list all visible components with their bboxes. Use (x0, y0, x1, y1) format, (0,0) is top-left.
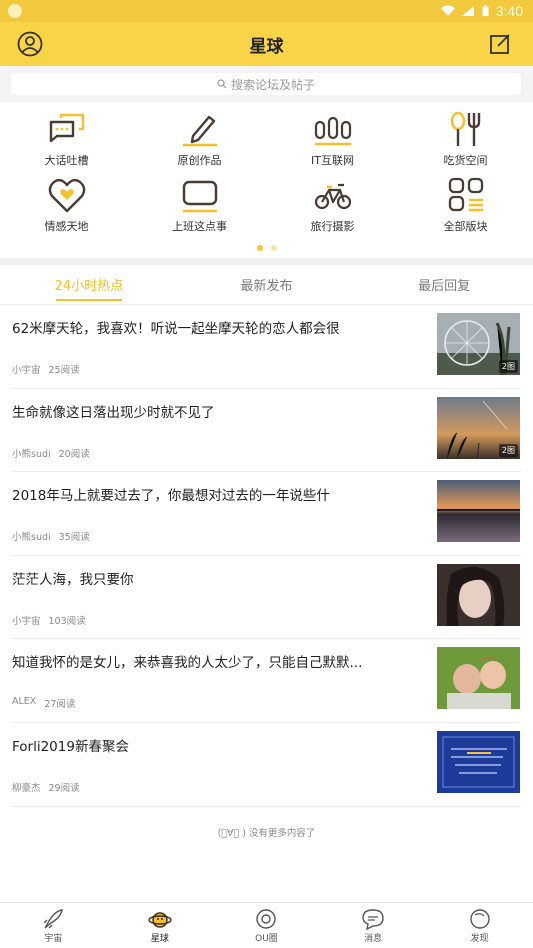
post-thumbnail: 2图 (437, 396, 520, 459)
category-label: 旅行摄影 (310, 220, 355, 233)
heart-icon (48, 178, 85, 213)
post-reads: 27阅读 (44, 699, 76, 711)
post-list: 62米摩天轮，我喜欢！听说一起坐摩天轮的恋人都会很 小宇宙 25阅读 2图 生命就… (12, 305, 521, 807)
nav-messages[interactable]: 消息 (320, 903, 427, 948)
search-bar: 搜索论坛及帖子 (0, 66, 533, 102)
page-dot[interactable] (256, 245, 263, 251)
category-item[interactable]: 旅行摄影 (266, 176, 399, 240)
post-thumbnail (437, 647, 520, 710)
post-title: 生命就像这日落出现少时就不见了 (12, 404, 215, 421)
bottom-navigation: 宇宙 星球 OU圈 消息 发现 (0, 902, 533, 948)
status-time: 3:40 (495, 3, 523, 19)
status-bar: 3:40 (0, 0, 533, 22)
post-thumbnail (437, 480, 520, 543)
nav-label: 消息 (364, 933, 383, 944)
nav-discover[interactable]: 发现 (426, 903, 533, 948)
search-input[interactable]: 搜索论坛及帖子 (11, 73, 521, 95)
edit-icon (490, 34, 510, 54)
post-author: 小宇宙 (12, 365, 41, 376)
nav-universe[interactable]: 宇宙 (0, 903, 107, 948)
post-title: 茫茫人海，我只要你 (12, 571, 134, 588)
chat-bubbles-icon (49, 113, 84, 143)
tab-last-reply[interactable]: 最后回复 (355, 265, 533, 304)
nav-label: 星球 (150, 933, 169, 944)
briefcase-icon (182, 180, 217, 213)
post-author: 小宇宙 (12, 615, 41, 627)
tab-hot-24h[interactable]: 24小时热点 (0, 265, 178, 304)
section-divider (0, 258, 533, 265)
tab-latest[interactable]: 最新发布 (178, 265, 356, 304)
post-reads: 25阅读 (48, 365, 80, 376)
post-item[interactable]: 2018年马上就要过去了，你最想对过去的一年说些什 小熊sudi 35阅读 (12, 472, 521, 556)
category-item[interactable]: IT互联网 (266, 110, 399, 174)
post-reads: 20阅读 (58, 448, 90, 460)
search-icon (217, 79, 227, 89)
search-placeholder: 搜索论坛及帖子 (230, 77, 315, 92)
post-thumbnail: 2图 (437, 313, 520, 375)
feed-tabs: 24小时热点 最新发布 最后回复 (0, 265, 533, 305)
post-author: 小熊sudi (12, 448, 51, 460)
post-reads: 35阅读 (58, 532, 90, 544)
image-count-badge: 2图 (498, 360, 518, 373)
post-item[interactable]: 生命就像这日落出现少时就不见了 小熊sudi 20阅读 2图 (12, 389, 521, 473)
nav-ou-circle[interactable]: OU圈 (213, 903, 320, 948)
post-title: 知道我怀的是女儿，来恭喜我的人太少了，只能自己默默... (12, 655, 363, 672)
category-label: 吃货空间 (443, 154, 488, 167)
nav-label: 发现 (470, 933, 489, 944)
category-item[interactable]: 大话吐槽 (0, 110, 133, 174)
page-title: 星球 (249, 36, 284, 57)
post-thumbnail (437, 563, 520, 626)
post-item[interactable]: 知道我怀的是女儿，来恭喜我的人太少了，只能自己默默... ALEX 27阅读 (12, 639, 521, 723)
category-label: 大话吐槽 (44, 154, 89, 167)
category-grid: 大话吐槽 原创作品 IT互联网 吃货空间 情感天地 上班这点事 旅行摄影 全部版… (0, 104, 533, 258)
category-label: 上班这点事 (172, 220, 227, 233)
page-dot[interactable] (270, 245, 277, 251)
post-item[interactable]: Forli2019新春聚会 柳豪杰 29阅读 (12, 723, 521, 807)
post-reads: 103阅读 (48, 615, 86, 627)
bicycle-icon (314, 183, 351, 210)
end-of-list-note: (ﾟ∀ﾟ ) 没有更多内容了 (217, 828, 316, 839)
category-label: 原创作品 (177, 154, 222, 167)
page-indicator (0, 245, 533, 251)
fork-spoon-icon (450, 111, 480, 146)
category-item[interactable]: 吃货空间 (399, 110, 532, 174)
image-count-badge: 2图 (498, 443, 518, 457)
category-item[interactable]: 情感天地 (0, 176, 133, 240)
battery-icon (482, 5, 489, 17)
post-title: 62米摩天轮，我喜欢！听说一起坐摩天轮的恋人都会很 (12, 321, 340, 337)
post-author: ALEX (12, 696, 37, 708)
post-title: Forli2019新春聚会 (12, 738, 129, 755)
network-icon (314, 116, 351, 146)
post-reads: 29阅读 (48, 782, 80, 794)
post-author: 小熊sudi (12, 532, 51, 544)
wifi-icon (440, 5, 455, 16)
circle-icon (256, 908, 277, 929)
nav-label: OU圈 (255, 933, 278, 944)
category-item[interactable]: 原创作品 (133, 110, 266, 174)
nav-planet[interactable]: 星球 (107, 903, 214, 948)
post-author: 柳豪杰 (12, 782, 41, 794)
post-thumbnail (437, 730, 520, 793)
category-item[interactable]: 上班这点事 (133, 176, 266, 240)
category-label: IT互联网 (311, 154, 354, 167)
nav-label: 宇宙 (44, 933, 63, 944)
message-icon (362, 908, 384, 930)
post-item[interactable]: 62米摩天轮，我喜欢！听说一起坐摩天轮的恋人都会很 小宇宙 25阅读 2图 (12, 305, 521, 389)
discover-icon (469, 908, 490, 929)
planet-icon (148, 911, 172, 928)
app-header: 星球 (0, 22, 533, 66)
user-icon (17, 31, 43, 57)
rocket-icon (43, 908, 64, 929)
category-label: 情感天地 (44, 220, 89, 233)
signal-icon (461, 6, 474, 16)
compose-button[interactable] (487, 31, 513, 57)
notification-icon (8, 4, 22, 18)
category-item[interactable]: 全部版块 (399, 176, 532, 240)
pencil-icon (182, 115, 217, 147)
grid-icon (448, 177, 483, 212)
category-label: 全部版块 (443, 220, 488, 233)
post-title: 2018年马上就要过去了，你最想对过去的一年说些什 (12, 488, 330, 505)
post-item[interactable]: 茫茫人海，我只要你 小宇宙 103阅读 (12, 556, 521, 640)
profile-button[interactable] (17, 31, 43, 57)
